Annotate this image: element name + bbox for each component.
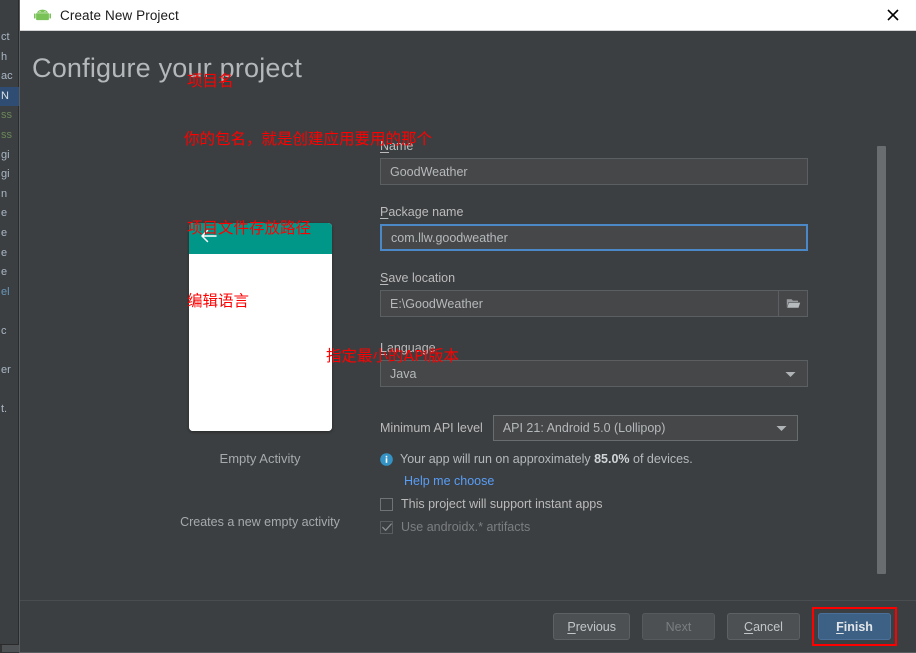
cancel-button-rest: ancel [753,619,783,634]
coverage-text-after: of devices. [629,452,693,466]
package-name-input-value: com.llw.goodweather [391,230,508,245]
language-select[interactable]: Java [380,360,808,387]
previous-button-mnemonic: P [567,619,576,634]
language-label-rest: anguage [386,341,436,355]
chevron-down-icon [785,367,796,381]
save-location-label: Save location [380,271,870,285]
template-preview-card [188,223,332,431]
dialog-titlebar: Create New Project [20,0,916,31]
info-icon [380,453,393,471]
min-api-row: Minimum API level API 21: Android 5.0 (L… [380,415,870,441]
language-select-value: Java [390,366,417,381]
cancel-button-mnemonic: C [744,619,754,634]
dialog-body: Configure your project Empty Activity Cr… [20,31,916,652]
cancel-button[interactable]: Cancel [727,613,800,640]
form-fields: Name GoodWeather Package name com.llw.go… [380,139,870,534]
coverage-percent: 85.0% [594,452,630,466]
min-api-select[interactable]: API 21: Android 5.0 (Lollipop) [492,415,798,441]
previous-button[interactable]: Previous [553,613,630,640]
template-name: Empty Activity [219,451,301,466]
save-location-input[interactable]: E:\GoodWeather [380,290,808,317]
androidx-checkbox-row: Use androidx.* artifacts [380,520,870,534]
name-label-mnemonic: N [380,139,390,153]
min-api-select-value: API 21: Android 5.0 (Lollipop) [502,421,666,435]
next-button[interactable]: Next [642,613,715,640]
template-description: Creates a new empty activity [180,515,340,529]
androidx-label: Use androidx.* artifacts [401,520,531,534]
finish-button[interactable]: Finish [818,613,891,640]
instant-apps-checkbox[interactable] [380,497,393,511]
folder-icon[interactable] [778,290,807,317]
name-label: Name [380,139,870,153]
form-scroll-viewport: Name GoodWeather Package name com.llw.go… [380,139,900,575]
finish-button-mnemonic: F [836,619,844,634]
device-coverage-info: Your app will run on approximately 85.0%… [380,452,870,471]
page-title: Configure your project [32,53,303,83]
name-input[interactable]: GoodWeather [380,158,808,185]
package-name-label: Package name [380,205,870,219]
chevron-down-icon [776,421,787,435]
save-location-input-value: E:\GoodWeather [390,296,483,311]
help-me-choose-link[interactable]: Help me choose [404,474,870,488]
close-icon[interactable] [870,0,916,31]
dialog-title: Create New Project [60,7,179,23]
language-label: Language [380,341,870,355]
instant-apps-checkbox-row[interactable]: This project will support instant apps [380,497,870,511]
min-api-label: Minimum API level [380,421,483,435]
template-preview-panel: Empty Activity Creates a new empty activ… [160,223,360,529]
preview-content-area [188,254,332,431]
form-scrollbar[interactable] [877,139,887,575]
name-label-rest: ame [389,139,414,153]
androidx-checkbox [380,520,393,534]
preview-app-bar [188,223,332,254]
instant-apps-label: This project will support instant apps [401,497,603,511]
finish-button-highlight: Finish [812,607,897,646]
next-button-label: Next [665,619,692,634]
back-arrow-icon [200,229,217,248]
language-label-mnemonic: L [380,341,387,355]
name-input-value: GoodWeather [390,164,468,179]
save-location-label-rest: ave location [388,271,456,285]
ide-background-left-text: ct h ac Nss ss gi gi n e e e e el c er t. [0,28,19,420]
coverage-text-before: Your app will run on approximately [400,452,595,466]
package-name-input[interactable]: com.llw.goodweather [380,224,808,251]
package-name-label-rest: ackage name [388,205,464,219]
android-robot-icon [34,9,51,22]
device-coverage-text: Your app will run on approximately 85.0%… [400,452,693,466]
dialog-button-bar: Previous Next Cancel Finish [20,600,916,652]
form-scrollbar-thumb[interactable] [877,146,886,574]
previous-button-rest: revious [575,619,616,634]
finish-button-rest: inish [843,619,873,634]
create-new-project-dialog: Create New Project Configure your projec… [19,0,916,653]
